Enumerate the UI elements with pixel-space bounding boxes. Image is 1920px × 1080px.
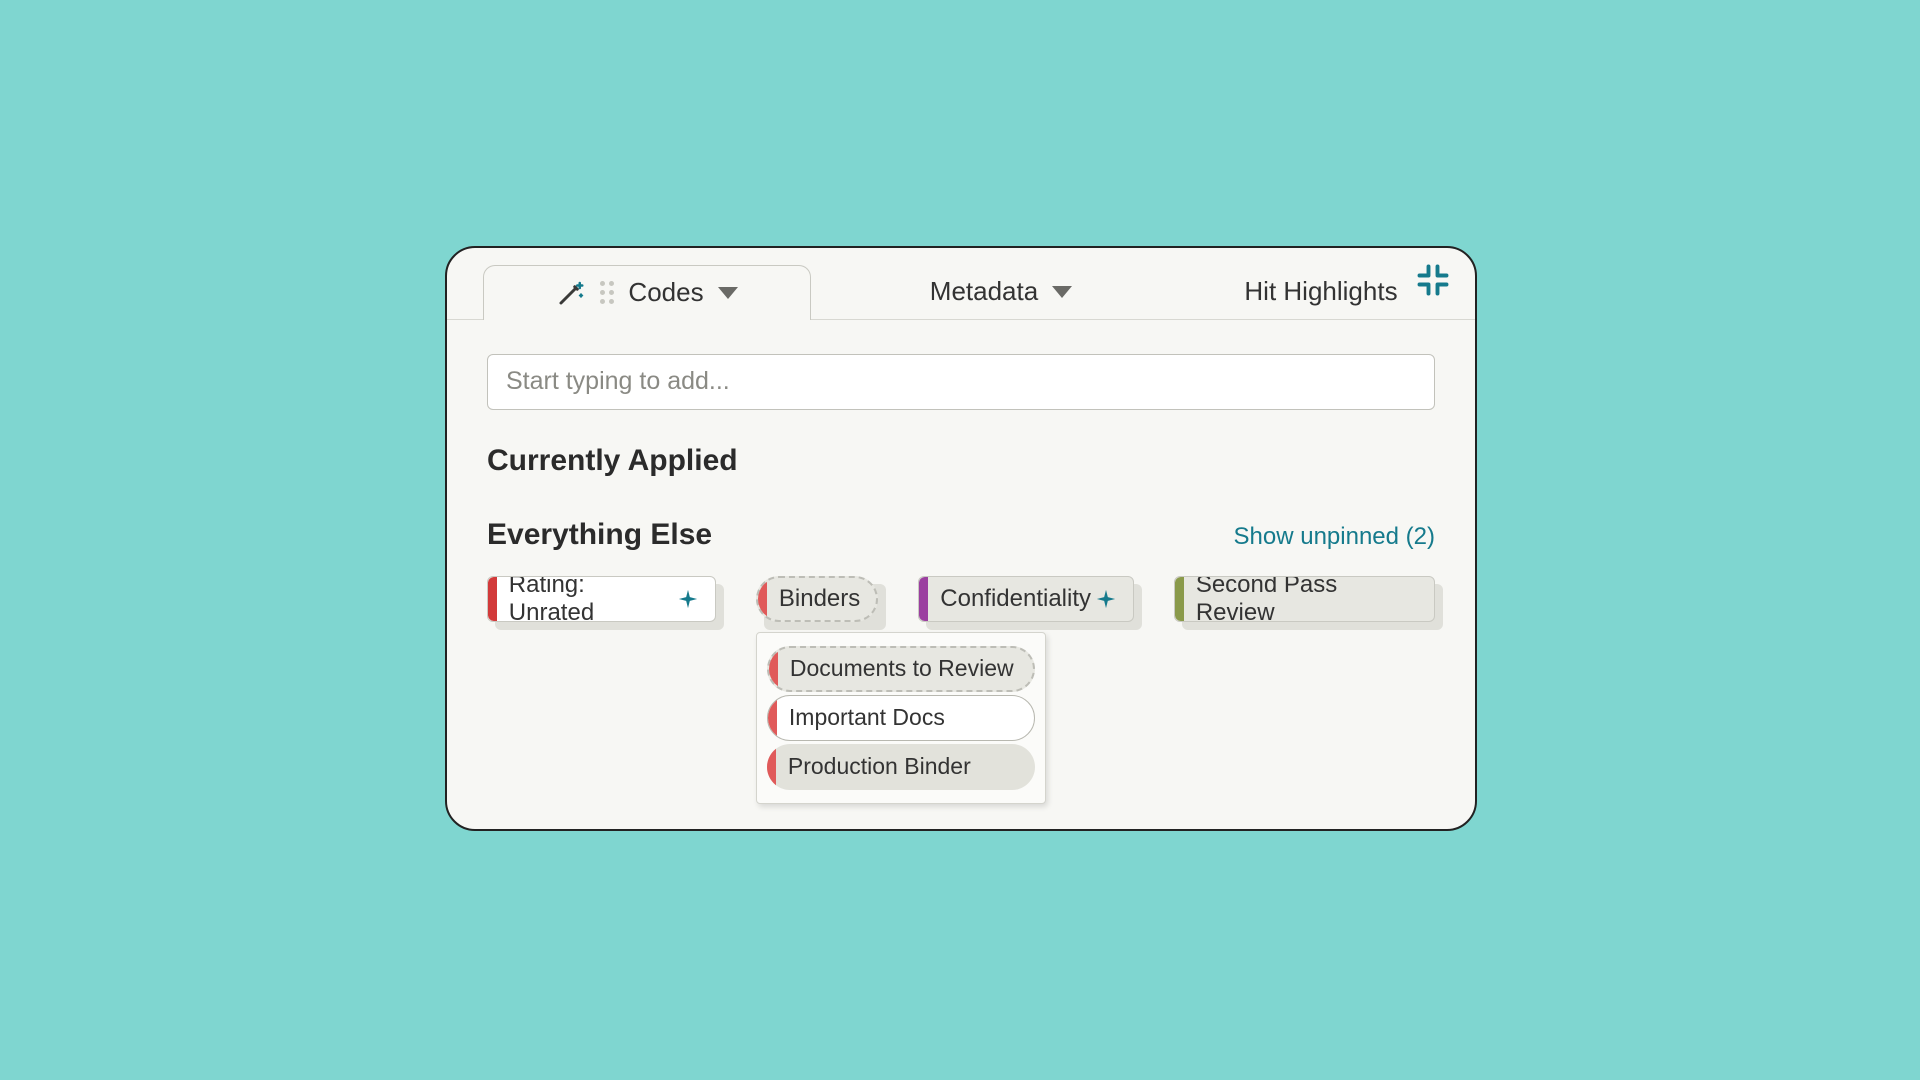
tab-codes-label: Codes: [628, 277, 703, 308]
color-stripe: [488, 577, 497, 621]
pill-binders[interactable]: Binders Documents to Review Important Do…: [756, 576, 878, 622]
binders-option-important-docs[interactable]: Important Docs: [767, 695, 1035, 741]
tab-metadata-label: Metadata: [930, 276, 1038, 307]
pill-binders-label: Binders: [779, 585, 860, 613]
chevron-down-icon: [718, 287, 738, 299]
tab-metadata[interactable]: Metadata: [901, 265, 1101, 319]
add-code-input[interactable]: [487, 354, 1435, 410]
dropdown-item-label: Documents to Review: [790, 655, 1014, 682]
tab-hits-label: Hit Highlights: [1244, 276, 1397, 307]
section-everything-else: Everything Else: [487, 518, 712, 552]
color-stripe: [769, 648, 778, 690]
sparkle-icon: [1095, 588, 1117, 610]
tab-codes[interactable]: Codes: [483, 265, 811, 320]
color-stripe: [1175, 577, 1184, 621]
section-currently-applied: Currently Applied: [487, 444, 1435, 478]
pill-rating-label: Rating: Unrated: [509, 576, 673, 622]
collapse-icon[interactable]: [1415, 262, 1451, 298]
drag-handle-icon: [600, 281, 614, 304]
chevron-down-icon: [1052, 286, 1072, 298]
pill-rating[interactable]: Rating: Unrated: [487, 576, 716, 622]
binders-option-documents-to-review[interactable]: Documents to Review: [767, 646, 1035, 692]
pill-second-pass-review[interactable]: Second Pass Review: [1174, 576, 1435, 622]
binders-option-production-binder[interactable]: Production Binder: [767, 744, 1035, 790]
show-unpinned-link[interactable]: Show unpinned (2): [1234, 523, 1435, 551]
pill-row: Rating: Unrated Binders: [487, 576, 1435, 622]
tabs-row: Codes Metadata Hit Highlights: [447, 248, 1475, 320]
color-stripe: [919, 577, 928, 621]
pill-second-pass-label: Second Pass Review: [1196, 576, 1418, 622]
tab-hit-highlights[interactable]: Hit Highlights: [1221, 265, 1421, 319]
color-stripe: [767, 744, 776, 790]
pill-confidentiality-label: Confidentiality: [940, 585, 1091, 613]
magic-wand-icon: [556, 278, 586, 308]
pill-confidentiality[interactable]: Confidentiality: [918, 576, 1134, 622]
sparkle-icon: [677, 588, 699, 610]
dropdown-item-label: Production Binder: [788, 753, 971, 780]
color-stripe: [758, 578, 767, 620]
binders-dropdown: Documents to Review Important Docs Produ…: [756, 632, 1046, 804]
codes-panel: Codes Metadata Hit Highlights: [445, 246, 1477, 831]
color-stripe: [768, 696, 777, 740]
panel-body: Currently Applied Everything Else Show u…: [447, 320, 1475, 642]
dropdown-item-label: Important Docs: [789, 704, 945, 731]
